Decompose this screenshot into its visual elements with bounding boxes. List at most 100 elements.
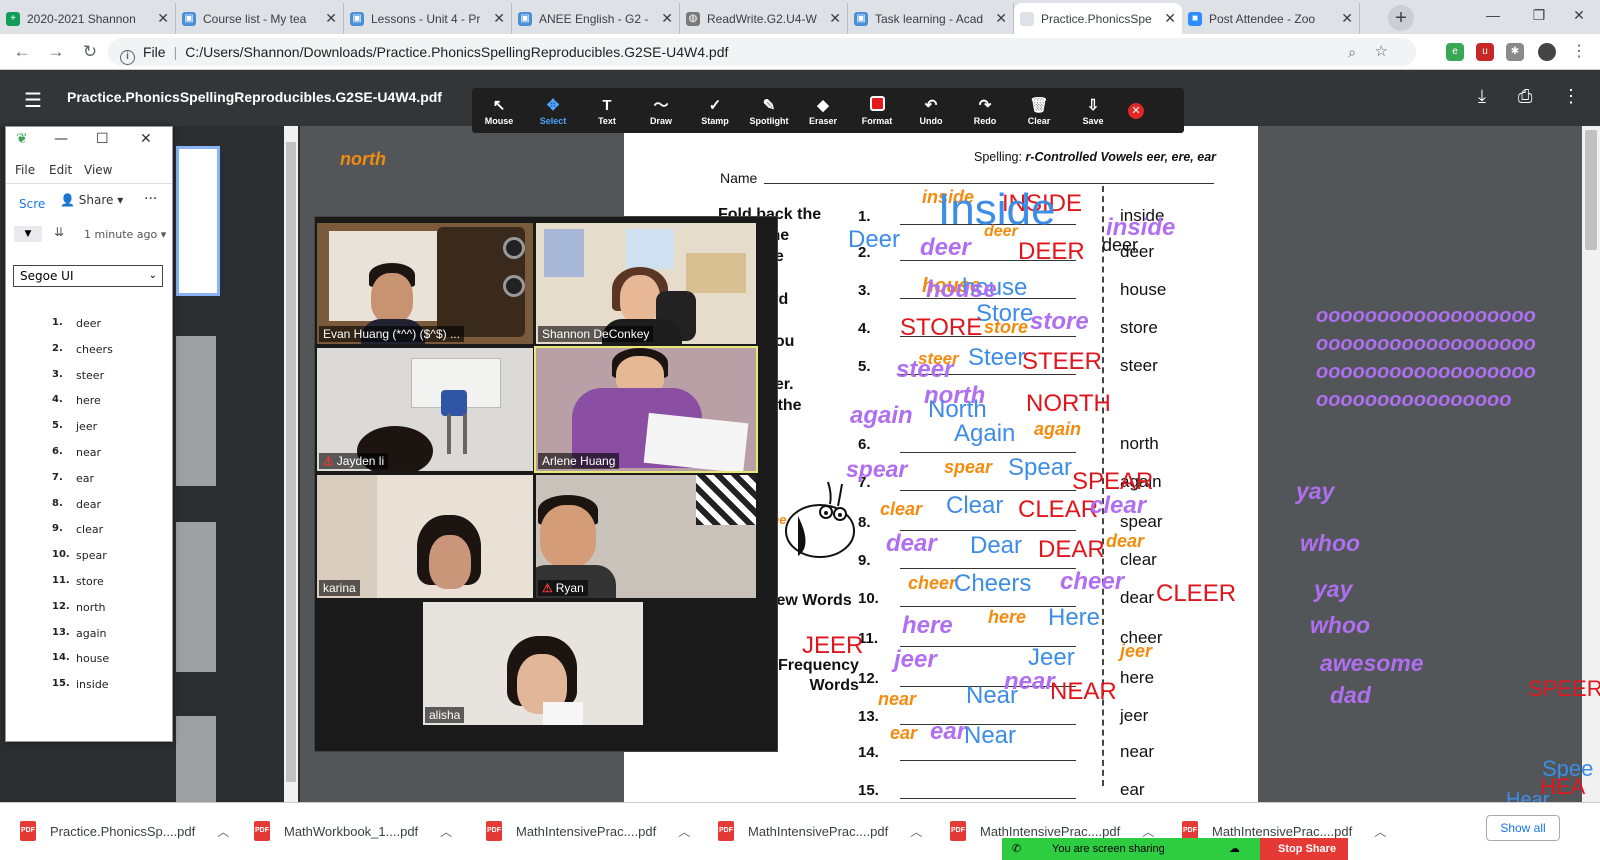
restore-icon[interactable]: ❐ xyxy=(1516,0,1562,30)
answer-word: jeer xyxy=(1120,706,1149,725)
chevron-up-icon[interactable]: ︿ xyxy=(217,823,229,840)
profile-avatar[interactable] xyxy=(1538,43,1556,61)
video-tile[interactable]: Shannon DeConkey xyxy=(536,223,756,344)
notepad-minimize-icon[interactable]: — xyxy=(54,131,68,147)
more-options-icon[interactable]: ⋮ xyxy=(1562,86,1580,107)
zoom-icon[interactable]: ⌕ xyxy=(1348,38,1356,66)
tool-undo[interactable]: ↶ Undo xyxy=(904,96,958,126)
download-item[interactable]: PDF Practice.PhonicsSp....pdf ︿ xyxy=(20,817,229,845)
chevron-up-icon[interactable]: ︿ xyxy=(910,823,922,840)
menu-file[interactable]: File xyxy=(15,163,35,177)
notepad-maximize-icon[interactable]: ☐ xyxy=(96,131,109,147)
tab-close-icon[interactable]: ✕ xyxy=(1164,10,1176,27)
chevron-up-icon[interactable]: ︿ xyxy=(678,823,690,840)
tab-close-icon[interactable]: ✕ xyxy=(325,10,337,27)
tool-spotlight[interactable]: ✎ Spotlight xyxy=(742,96,796,126)
thumbnail-scrollbar[interactable] xyxy=(284,126,298,802)
tab-close-icon[interactable]: ✕ xyxy=(829,10,841,27)
ublock-extension-icon[interactable]: u xyxy=(1476,43,1494,61)
chevron-up-icon[interactable]: ︿ xyxy=(440,823,452,840)
annotation-text: jeer xyxy=(1120,641,1153,661)
tool-mouse[interactable]: ↖ Mouse xyxy=(472,96,526,126)
menu-view[interactable]: View xyxy=(84,163,112,177)
stop-share-button[interactable]: Stop Share xyxy=(1260,838,1348,860)
tool-eraser[interactable]: ◆ Eraser xyxy=(796,96,850,126)
info-icon[interactable]: i xyxy=(120,50,135,65)
annotation-text: yay xyxy=(1296,478,1335,504)
video-tile[interactable]: ⚠ Ryan xyxy=(536,475,756,598)
browser-tab[interactable]: ▣ Task learning - Acad ✕ xyxy=(848,3,1014,34)
video-tile[interactable]: karina xyxy=(317,475,533,598)
annotation-text: house xyxy=(926,276,997,303)
show-all-button[interactable]: Show all xyxy=(1486,815,1560,841)
chevron-up-icon[interactable]: ︿ xyxy=(1374,823,1386,840)
browser-tab[interactable]: Practice.PhonicsSpe ✕ xyxy=(1014,3,1182,34)
page-thumbnail[interactable] xyxy=(176,336,216,486)
download-item[interactable]: PDF MathIntensivePrac....pdf ︿ xyxy=(486,817,690,845)
hamburger-menu-icon[interactable]: ☰ xyxy=(24,88,42,113)
reload-icon[interactable]: ↻ xyxy=(78,40,102,64)
list-item: 5. jeer xyxy=(52,420,113,446)
omnibox[interactable]: i File | C:/Users/Shannon/Downloads/Practic… xyxy=(108,38,1416,66)
tool-format[interactable]: Format xyxy=(850,95,904,126)
bookmark-star-icon[interactable]: ☆ xyxy=(1375,38,1388,66)
list-item: 10. spear xyxy=(52,549,113,575)
notepad-close-icon[interactable]: ✕ xyxy=(140,131,152,147)
page-thumbnail[interactable] xyxy=(176,146,220,296)
minimize-icon[interactable]: — xyxy=(1470,0,1516,30)
forward-icon[interactable]: → xyxy=(44,40,68,64)
menu-edit[interactable]: Edit xyxy=(49,163,72,177)
window-close-icon[interactable]: ✕ xyxy=(1558,0,1600,30)
tool-select[interactable]: ✥ Select xyxy=(526,96,580,126)
download-item[interactable]: PDF MathWorkbook_1....pdf ︿ xyxy=(254,817,452,845)
video-tile[interactable]: alisha xyxy=(423,602,643,725)
browser-tab[interactable]: ■ Post Attendee - Zoo ✕ xyxy=(1182,3,1360,34)
word-number: 14. xyxy=(858,744,879,761)
tool-redo[interactable]: ↷ Redo xyxy=(958,96,1012,126)
tab-close-icon[interactable]: ✕ xyxy=(1341,10,1353,27)
puzzle-extension-icon[interactable]: ✱ xyxy=(1506,43,1524,61)
video-tile[interactable]: Arlene Huang xyxy=(534,346,758,473)
tool-text[interactable]: T Text xyxy=(580,96,634,126)
evernote-extension-icon[interactable]: e xyxy=(1446,43,1464,61)
tool-draw[interactable]: 〜 Draw xyxy=(634,96,688,126)
tab-favicon-icon: ▣ xyxy=(518,11,532,26)
video-tile[interactable]: ⚠ Jayden li xyxy=(317,348,533,471)
browser-tab[interactable]: ◍ ReadWrite.G2.U4-W ✕ xyxy=(680,3,848,34)
tool-save[interactable]: ⇩ Save xyxy=(1066,96,1120,126)
tab-close-icon[interactable]: ✕ xyxy=(493,10,505,27)
list-item: 11. store xyxy=(52,575,113,601)
tab-close-icon[interactable]: ✕ xyxy=(661,10,673,27)
browser-tab[interactable]: ▣ Lessons - Unit 4 - Pr ✕ xyxy=(344,3,512,34)
print-icon[interactable]: ⎙ xyxy=(1518,86,1532,107)
download-icon[interactable]: ⤓ xyxy=(1478,86,1486,107)
video-tile[interactable]: Evan Huang (*^^) ($^$) ... xyxy=(317,223,533,344)
tab-close-icon[interactable]: ✕ xyxy=(995,10,1007,27)
screen-button[interactable]: Scre xyxy=(19,197,45,211)
page-thumbnail[interactable] xyxy=(176,716,216,802)
browser-menu-icon[interactable]: ⋮ xyxy=(1570,43,1588,61)
page-thumbnail[interactable] xyxy=(176,522,216,672)
tab-close-icon[interactable]: ✕ xyxy=(157,10,169,27)
more-icon[interactable]: ··· xyxy=(144,191,157,207)
annotation-text: awesome xyxy=(1320,650,1424,676)
annotation-text: spear xyxy=(944,457,993,477)
format-icon xyxy=(850,95,904,116)
tool-stamp[interactable]: ✓ Stamp xyxy=(688,96,742,126)
tool-clear[interactable]: 🗑 Clear xyxy=(1012,96,1066,126)
browser-tab[interactable]: +2020-2021 Shannon ✕ xyxy=(0,3,176,34)
browser-tab[interactable]: ▣ ANEE English - G2 - ✕ xyxy=(512,3,680,34)
share-button[interactable]: 👤 Share ▾ xyxy=(60,193,123,207)
undo-icon: ↶ xyxy=(924,96,938,114)
annotation-text: yay xyxy=(1314,576,1353,602)
back-icon[interactable]: ← xyxy=(10,40,34,64)
chevron-up-icon[interactable]: ︿ xyxy=(1142,823,1154,840)
download-item[interactable]: PDF MathIntensivePrac....pdf ︿ xyxy=(718,817,922,845)
font-select[interactable]: Segoe UI ⌄ xyxy=(13,265,163,287)
collapse-icon[interactable]: ⇊ xyxy=(54,225,64,239)
close-annotate-button[interactable]: ✕ xyxy=(1128,102,1144,119)
new-tab-button[interactable]: + xyxy=(1388,5,1414,31)
browser-tab[interactable]: ▣ Course list - My tea ✕ xyxy=(176,3,344,34)
annotation-text: dear xyxy=(886,530,937,557)
dropdown-icon[interactable]: ▼ xyxy=(14,226,42,242)
